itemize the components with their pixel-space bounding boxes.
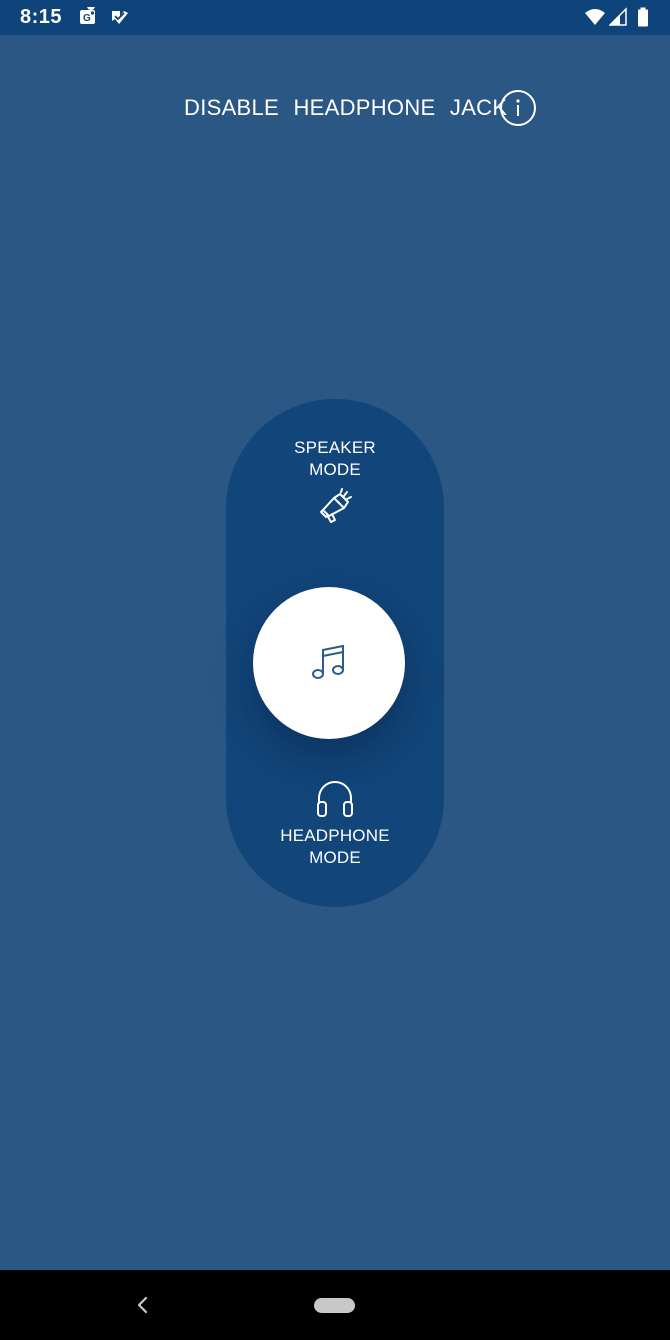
- back-chevron-icon[interactable]: [134, 1295, 152, 1315]
- speaker-mode-label[interactable]: SPEAKER MODE: [226, 437, 444, 481]
- speaker-label-line2: MODE: [309, 460, 361, 479]
- speaker-label-line1: SPEAKER: [294, 438, 376, 457]
- mode-toggle[interactable]: SPEAKER MODE HEADPHONE MODE: [226, 399, 444, 907]
- navigation-bar: [0, 1270, 670, 1340]
- page-title: DISABLE HEADPHONE JACK: [184, 95, 508, 120]
- cell-signal-icon: [609, 7, 627, 26]
- megaphone-icon: [320, 488, 352, 523]
- task-check-icon: [112, 11, 128, 24]
- headphones-icon: [317, 781, 353, 817]
- info-button[interactable]: [500, 90, 536, 126]
- maps-notification-icon: G: [80, 7, 95, 24]
- status-bar: 8:15 G: [0, 0, 670, 35]
- music-note-icon: [312, 644, 344, 679]
- battery-icon: [638, 7, 648, 27]
- status-time: 8:15: [20, 6, 63, 28]
- svg-text:G: G: [83, 13, 91, 24]
- info-icon: [516, 99, 520, 116]
- toggle-knob[interactable]: [253, 587, 405, 739]
- headphone-label-line1: HEADPHONE: [280, 826, 390, 845]
- headphone-label-line2: MODE: [309, 848, 361, 867]
- wifi-icon: [585, 9, 605, 25]
- home-pill-icon[interactable]: [314, 1298, 355, 1313]
- headphone-mode-label[interactable]: HEADPHONE MODE: [226, 825, 444, 869]
